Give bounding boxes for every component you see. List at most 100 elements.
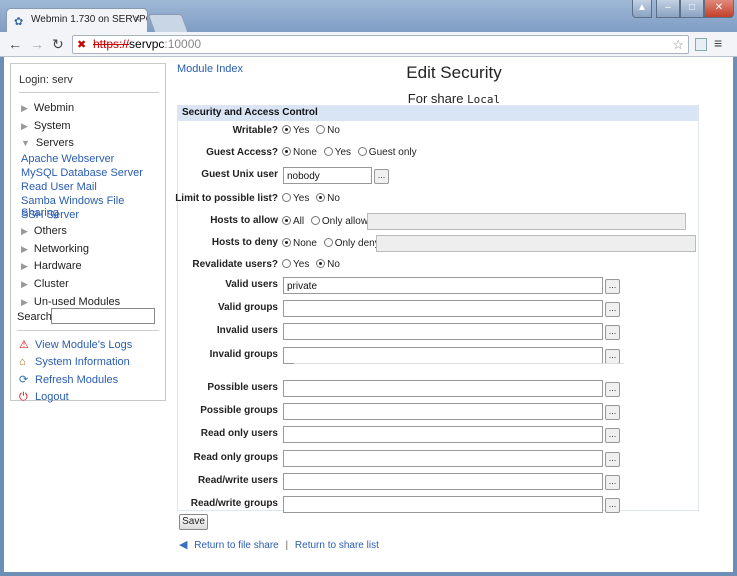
- valid-users-picker-button[interactable]: ...: [605, 279, 620, 294]
- menu-category-servers[interactable]: ▼ Servers: [21, 137, 74, 149]
- minimize-icon[interactable]: –: [656, 0, 680, 18]
- readonly-groups-input[interactable]: [283, 450, 603, 467]
- option-label: Yes: [334, 147, 352, 158]
- invalid-groups-picker-button[interactable]: ...: [605, 349, 620, 364]
- extension-icon[interactable]: [695, 38, 707, 51]
- invalid-users-input[interactable]: [283, 323, 603, 340]
- system-information-link[interactable]: ⌂ System Information: [19, 356, 130, 368]
- maximize-icon[interactable]: □: [680, 0, 704, 18]
- readonly-groups-picker-button[interactable]: ...: [605, 452, 620, 467]
- revalidate-radio-group: Yes No: [282, 259, 344, 270]
- option-label: None: [293, 147, 317, 158]
- broken-lock-icon[interactable]: ✖: [77, 38, 86, 51]
- rw-groups-input[interactable]: [283, 496, 603, 513]
- menu-category-label: Webmin: [33, 102, 75, 114]
- menu-category-webmin[interactable]: ▶ Webmin: [21, 102, 74, 114]
- chrome-menu-icon[interactable]: ≡: [714, 35, 722, 51]
- new-tab-button[interactable]: [147, 14, 189, 32]
- option-label: Only deny: [334, 238, 380, 249]
- bookmark-star-icon[interactable]: ☆: [672, 37, 684, 53]
- logout-link[interactable]: ⏻ Logout: [19, 391, 69, 404]
- radio-unchecked-icon: [323, 238, 333, 247]
- possible-users-input[interactable]: [283, 380, 603, 397]
- menu-category-networking[interactable]: ▶ Networking: [21, 243, 89, 255]
- collapsed-arrow-icon: ▶: [21, 103, 28, 113]
- valid-groups-input[interactable]: [283, 300, 603, 317]
- save-button[interactable]: Save: [179, 514, 208, 530]
- menu-item-read-user-mail[interactable]: Read User Mail: [21, 181, 97, 193]
- hosts-deny-input[interactable]: [376, 235, 696, 252]
- guest-unix-user-input[interactable]: nobody: [283, 167, 372, 184]
- readonly-users-input[interactable]: [283, 426, 603, 443]
- menu-category-unused[interactable]: ▶ Un-used Modules: [21, 296, 120, 308]
- tab-close-icon[interactable]: ×: [134, 14, 140, 25]
- readonly-users-picker-button[interactable]: ...: [605, 428, 620, 443]
- guest-access-none-radio[interactable]: None: [282, 147, 317, 158]
- revalidate-no-radio[interactable]: No: [316, 259, 340, 270]
- valid-users-input[interactable]: private: [283, 277, 603, 294]
- back-arrow-icon[interactable]: ←: [8, 36, 22, 52]
- menu-category-label: Networking: [33, 243, 89, 255]
- user-profile-icon[interactable]: ▲: [632, 0, 652, 18]
- valid-users-label: Valid users: [225, 279, 278, 290]
- guest-unix-user-picker-button[interactable]: ...: [374, 169, 389, 184]
- rw-users-label: Read/write users: [197, 475, 278, 486]
- return-to-share-list-link[interactable]: Return to share list: [295, 540, 379, 551]
- guest-access-yes-radio[interactable]: Yes: [323, 147, 352, 158]
- hosts-allow-input[interactable]: [367, 213, 686, 230]
- hosts-allow-all-radio[interactable]: All: [282, 216, 304, 227]
- invalid-groups-input[interactable]: [283, 347, 603, 364]
- close-window-icon[interactable]: ✕: [704, 0, 734, 18]
- possible-groups-picker-button[interactable]: ...: [605, 405, 620, 420]
- rw-groups-label: Read/write groups: [190, 498, 278, 509]
- menu-category-label: System: [33, 120, 71, 132]
- menu-item-ssh[interactable]: SSH Server: [21, 209, 79, 221]
- invalid-users-picker-button[interactable]: ...: [605, 325, 620, 340]
- link-divider: |: [285, 540, 289, 551]
- collapsed-arrow-icon: ▶: [21, 279, 28, 289]
- view-module-logs-link[interactable]: ⚠ View Module's Logs: [19, 338, 132, 351]
- address-bar[interactable]: ✖ https://servpc:10000 ☆: [72, 35, 689, 54]
- option-label: Guest only: [368, 147, 417, 158]
- guest-access-guest-only-radio[interactable]: Guest only: [357, 147, 417, 158]
- limit-list-yes-radio[interactable]: Yes: [282, 193, 309, 204]
- expanded-arrow-icon: ▼: [21, 138, 30, 148]
- radio-checked-icon: [282, 216, 291, 225]
- revalidate-yes-radio[interactable]: Yes: [282, 259, 309, 270]
- option-label: None: [293, 238, 317, 249]
- rw-users-input[interactable]: [283, 473, 603, 490]
- login-label: Login: serv: [19, 74, 73, 86]
- radio-checked-icon: [282, 238, 291, 247]
- module-index-link[interactable]: Module Index: [177, 63, 243, 75]
- writable-no-radio[interactable]: No: [316, 125, 340, 136]
- hosts-allow-only-radio[interactable]: Only allow: [310, 216, 368, 227]
- writable-label: Writable?: [232, 125, 278, 136]
- return-to-file-share-link[interactable]: Return to file share: [194, 540, 279, 551]
- refresh-modules-link[interactable]: ⟳ Refresh Modules: [19, 373, 118, 386]
- possible-users-picker-button[interactable]: ...: [605, 382, 620, 397]
- menu-category-system[interactable]: ▶ System: [21, 120, 71, 132]
- possible-groups-input[interactable]: [283, 403, 603, 420]
- reload-icon[interactable]: ↻: [52, 36, 64, 53]
- search-input[interactable]: [51, 308, 155, 324]
- rw-users-picker-button[interactable]: ...: [605, 475, 620, 490]
- divider: [19, 92, 159, 93]
- menu-item-apache[interactable]: Apache Webserver: [21, 153, 114, 165]
- menu-category-hardware[interactable]: ▶ Hardware: [21, 260, 82, 272]
- page-subtitle: For share Local: [324, 91, 584, 106]
- radio-unchecked-icon: [357, 147, 367, 156]
- browser-tab[interactable]: ✿ Webmin 1.730 on SERVPC ×: [6, 8, 148, 32]
- limit-list-no-radio[interactable]: No: [316, 193, 340, 204]
- valid-groups-picker-button[interactable]: ...: [605, 302, 620, 317]
- hosts-deny-none-radio[interactable]: None: [282, 238, 317, 249]
- menu-category-cluster[interactable]: ▶ Cluster: [21, 278, 69, 290]
- hosts-deny-only-radio[interactable]: Only deny: [323, 238, 380, 249]
- house-icon: ⌂: [19, 356, 26, 368]
- guest-access-radio-group: None Yes Guest only: [282, 147, 421, 158]
- menu-item-mysql[interactable]: MySQL Database Server: [21, 167, 143, 179]
- rw-groups-picker-button[interactable]: ...: [605, 498, 620, 513]
- radio-checked-icon: [316, 259, 326, 268]
- writable-yes-radio[interactable]: Yes: [282, 125, 309, 136]
- forward-arrow-icon[interactable]: →: [30, 36, 44, 52]
- menu-category-others[interactable]: ▶ Others: [21, 225, 67, 237]
